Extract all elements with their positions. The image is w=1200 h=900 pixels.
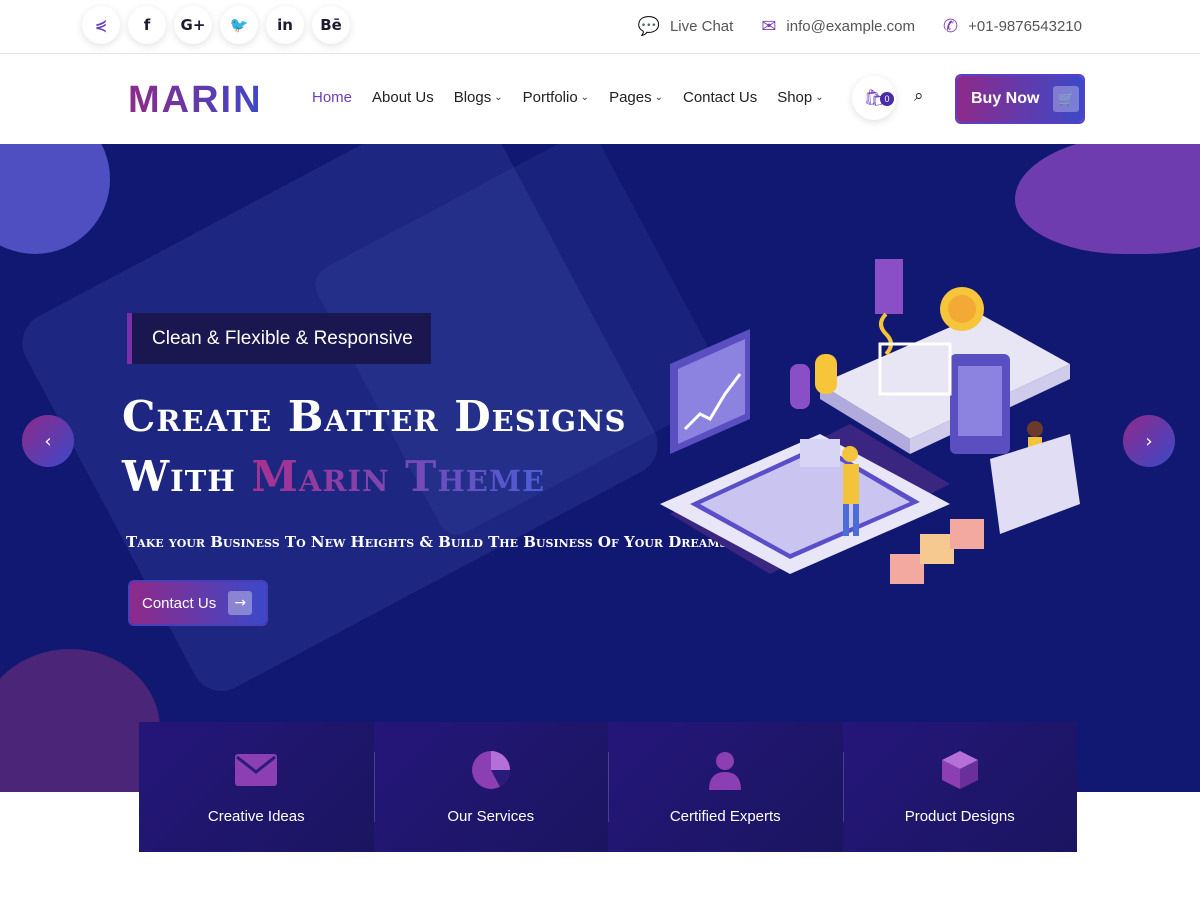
nav-label: Blogs xyxy=(453,89,492,106)
pie-chart-icon xyxy=(468,750,514,790)
user-icon xyxy=(702,750,748,790)
chevron-down-icon: ⌄ xyxy=(815,92,824,103)
envelope-icon xyxy=(233,750,279,790)
envelope-icon: ✉ xyxy=(761,16,777,37)
feature-label: Creative Ideas xyxy=(207,807,305,825)
hero-tagline: Clean & Flexible & Responsive xyxy=(127,313,431,364)
hero-illustration xyxy=(660,259,1080,584)
nav-item-home[interactable]: Home xyxy=(312,89,352,106)
nav-label: Portfolio xyxy=(522,89,578,106)
buy-now-label: Buy Now xyxy=(971,90,1040,107)
feature-creative-ideas[interactable]: Creative Ideas xyxy=(139,722,374,852)
feature-label: Certified Experts xyxy=(669,807,781,825)
chevron-left-icon: ‹ xyxy=(44,430,52,452)
phone-link[interactable]: ✆ +01-9876543210 xyxy=(943,16,1082,37)
email-text: info@example.com xyxy=(786,18,916,35)
nav-label: Pages xyxy=(609,89,652,106)
cart-count-badge: 0 xyxy=(880,92,894,106)
feature-certified-experts[interactable]: Certified Experts xyxy=(608,722,843,852)
search-icon[interactable]: ⌕ xyxy=(914,86,924,106)
live-chat-label: Live Chat xyxy=(669,18,734,35)
facebook-icon[interactable]: f xyxy=(128,6,166,44)
nav-label: About Us xyxy=(372,89,434,106)
twitter-icon[interactable]: 🐦 xyxy=(220,6,258,44)
whatsapp-icon: ✆ xyxy=(943,16,959,37)
nav-item-portfolio[interactable]: Portfolio ⌄ xyxy=(523,89,589,106)
share-icon[interactable]: ⋞ xyxy=(82,6,120,44)
contact-us-label: Contact Us xyxy=(142,594,217,612)
heading-prefix: With xyxy=(122,452,252,501)
cart-button[interactable]: 🛍 0 xyxy=(852,76,896,120)
nav-item-blogs[interactable]: Blogs ⌄ xyxy=(454,89,503,106)
nav-label: Contact Us xyxy=(683,89,758,106)
cube-icon xyxy=(937,750,983,790)
cart-icon: 🛒 xyxy=(1053,86,1080,112)
chevron-down-icon: ⌄ xyxy=(494,92,503,103)
contact-us-button[interactable]: Contact Us → xyxy=(130,582,266,624)
hero-subheading: Take your Business To New Heights & Buil… xyxy=(126,533,728,551)
site-logo[interactable]: MARIN xyxy=(128,79,263,122)
slider-prev-button[interactable]: ‹ xyxy=(22,415,74,467)
phone-text: +01-9876543210 xyxy=(968,18,1082,35)
nav-label: Shop xyxy=(777,89,813,106)
feature-our-services[interactable]: Our Services xyxy=(373,722,608,852)
nav-label: Home xyxy=(312,89,353,106)
hero-slider: Clean & Flexible & Responsive Create Bat… xyxy=(0,144,1200,792)
nav-item-pages[interactable]: Pages ⌄ xyxy=(609,89,663,106)
contact-info: 💬 Live Chat ✉ info@example.com ✆ +01-987… xyxy=(638,16,1082,37)
social-links: ⋞ f G+ 🐦 in Bē xyxy=(82,6,350,44)
nav-item-contact-us[interactable]: Contact Us xyxy=(683,89,757,106)
chevron-right-icon: › xyxy=(1145,430,1153,452)
decorative-blob xyxy=(0,144,110,254)
hero-heading-line1: Create Batter Designs xyxy=(122,392,627,441)
feature-product-designs[interactable]: Product Designs xyxy=(842,722,1077,852)
chevron-down-icon: ⌄ xyxy=(580,92,590,103)
heading-highlight: Marin Theme xyxy=(251,452,546,501)
feature-label: Product Designs xyxy=(904,807,1015,825)
main-menu: Home About Us Blogs ⌄ Portfolio ⌄ Pages ⌄ C… xyxy=(312,89,824,106)
chat-bubble-icon: 💬 xyxy=(637,16,660,37)
chevron-down-icon: ⌄ xyxy=(654,92,663,103)
google-plus-icon[interactable]: G+ xyxy=(174,6,212,44)
main-navbar: MARIN Home About Us Blogs ⌄ Portfolio ⌄ Pa… xyxy=(0,55,1200,144)
email-link[interactable]: ✉ info@example.com xyxy=(761,16,915,37)
top-bar: ⋞ f G+ 🐦 in Bē 💬 Live Chat ✉ info@exampl… xyxy=(0,0,1200,54)
feature-label: Our Services xyxy=(447,807,535,825)
slider-next-button[interactable]: › xyxy=(1123,415,1175,467)
nav-item-shop[interactable]: Shop ⌄ xyxy=(777,89,823,106)
decorative-blob xyxy=(0,649,160,792)
live-chat-link[interactable]: 💬 Live Chat xyxy=(638,16,734,37)
nav-item-about-us[interactable]: About Us xyxy=(372,89,434,106)
decorative-blob xyxy=(1015,144,1200,254)
feature-boxes: Creative Ideas Our Services Certified Ex… xyxy=(139,722,1077,852)
arrow-right-icon: → xyxy=(228,591,253,615)
buy-now-button[interactable]: Buy Now 🛒 xyxy=(957,76,1083,122)
hero-heading-line2: With Marin Theme xyxy=(122,452,545,501)
behance-icon[interactable]: Bē xyxy=(312,6,350,44)
linkedin-icon[interactable]: in xyxy=(266,6,304,44)
